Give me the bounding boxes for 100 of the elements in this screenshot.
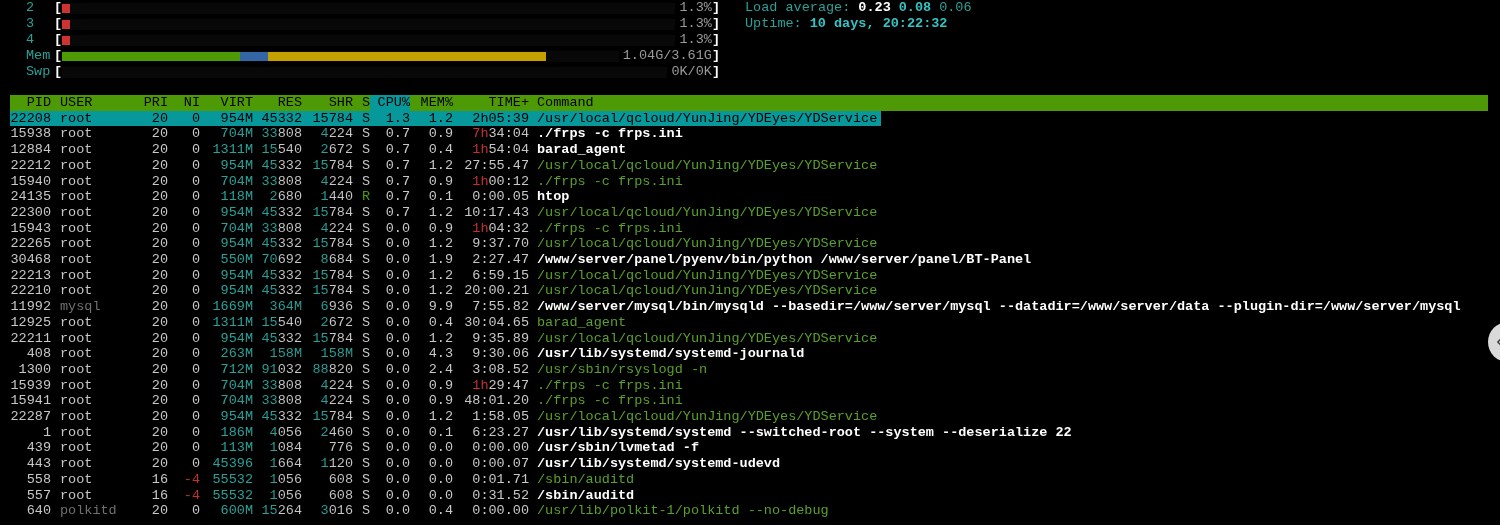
process-row[interactable]: 15943 root 20 0 704M 33808 4224 S 0.0 0.9 1h04:32 ./frps -c frps.ini [10,220,687,237]
user-text: root [60,283,93,299]
priority-text: 20 [151,503,168,519]
time-text: 1h04:32 [472,220,529,236]
state-text: S [361,236,370,252]
process-row[interactable]: 22211 root 20 0 954M 45332 15784 S 0.0 1.2 9:35.89 /usr/local/qcloud/YunJing/YDEyes/YDService [10,330,882,347]
pid-text: 22212 [10,157,51,173]
column-header[interactable]: TIME+ [488,95,529,110]
time-text: 2h05:39 [472,110,529,126]
command-text: /www/server/mysql/bin/mysqld --basedir=/www/server/mysql --datadir=/www/server/data --plugin-dir=/www/server/mysql [537,299,1461,315]
virtual-memory-text: 263M [220,346,253,362]
process-row[interactable]: 24135 root 20 0 118M 2680 1440 R 0.7 0.1 0:00.05 htop [10,189,574,205]
column-header[interactable]: USER [60,95,93,110]
nice-text: -4 [183,471,200,487]
process-row[interactable]: 15938 root 20 0 704M 33808 4224 S 0.7 0.9 7h34:04 ./frps -c frps.ini [10,126,687,143]
pid-text: 1300 [18,361,51,377]
bracket-text: ] [711,32,720,48]
process-row[interactable]: 15940 root 20 0 704M 33808 4224 S 0.7 0.9 1h00:12 ./frps -c frps.ini [10,173,687,190]
user-text: polkitd [60,503,117,519]
cpu-text: 0.0 [385,361,410,377]
process-row[interactable]: 408 root 20 0 263M 158M 158M S 0.0 4.3 9:30.06 /usr/lib/systemd/systemd-journald [10,346,809,362]
time-text: 0:01.71 [472,471,529,487]
user-text: root [60,377,93,393]
process-row[interactable]: 12884 root 20 0 1311M 15540 2672 S 0.7 0.4 1h54:04 barad_agent [10,142,631,158]
column-header[interactable]: S [361,95,370,110]
column-header[interactable]: PRI [143,95,168,110]
mem-text: 0.9 [428,393,453,409]
cpu-text: 0.0 [385,267,410,283]
state-text: S [361,361,370,377]
command-text: barad_agent [537,142,627,158]
process-row[interactable]: 640 polkitd 20 0 600M 15264 3016 S 0.0 0.4 0:00.00 /usr/lib/polkit-1/polkitd --no-debug [10,503,833,519]
virtual-memory-text: 55532 [212,487,253,503]
column-header[interactable]: PID [26,95,51,110]
column-header[interactable]: VIRT [220,95,253,110]
pid-text: 557 [26,487,51,503]
nice-text: 0 [191,126,200,142]
nice-text: 0 [191,283,200,299]
time-text: 7h34:04 [472,126,529,142]
meter-label: 3 [26,16,36,32]
process-row[interactable]: 557 root 16 -4 55532 1056 608 S 0.0 0.0 0:31.52 /sbin/auditd [10,487,639,504]
user-text: root [60,157,93,173]
process-row[interactable]: 11992 mysql 20 0 1669M 364M 6936 S 0.0 9.9 7:55.82 /www/server/mysql/bin/mysqld --basedir=/www/server/mysql --datadir=/www/server/data --plugin-dir=/www/server/mysql [10,299,1465,315]
process-row[interactable]: 22265 root 20 0 954M 45332 15784 S 0.0 1.2 9:37.70 /usr/local/qcloud/YunJing/YDEyes/YDService [10,236,882,253]
priority-text: 20 [151,126,168,142]
column-header[interactable]: NI [183,95,200,110]
virtual-memory-text: 550M [220,252,253,268]
process-row[interactable]: 1 root 20 0 186M 4056 2460 S 0.0 0.1 6:23.27 /usr/lib/systemd/systemd --switched-root --system --deserialize 22 [10,424,1076,441]
column-header[interactable]: MEM% [420,95,453,110]
mem-text: 1.2 [428,204,453,220]
state-text: S [361,142,370,158]
state-text: S [361,157,370,173]
column-header[interactable]: Command [537,95,594,110]
state-text: S [361,204,370,220]
process-row[interactable]: 22287 root 20 0 954M 45332 15784 S 0.0 1.2 1:58.05 /usr/local/qcloud/YunJing/YDEyes/YDService [10,409,882,425]
process-row[interactable]: 22213 root 20 0 954M 45332 15784 S 0.0 1.2 6:59.15 /usr/local/qcloud/YunJing/YDEyes/YDService [10,267,882,284]
uptime-value: 10 days, 20:22:32 [809,16,948,32]
pid-text: 1 [42,424,51,440]
process-row[interactable]: 1300 root 20 0 712M 91032 88820 S 0.0 2.4 3:08.52 /usr/sbin/rsyslogd -n [10,361,712,378]
mem-text: 0.9 [428,220,453,236]
nice-text: 0 [191,456,200,472]
user-text: root [60,424,93,440]
bracket-text: [ [54,0,63,16]
priority-text: 20 [151,173,168,189]
virtual-memory-text: 118M [220,189,253,205]
state-text: S [361,126,370,142]
process-row[interactable]: 30468 root 20 0 550M 70692 8684 S 0.0 1.9 2:27.47 /www/server/panel/pyenv/bin/python /www/server/panel/BT-Panel [10,252,1036,268]
state-text: S [361,424,370,440]
process-row[interactable]: 443 root 20 0 45396 1664 1120 S 0.0 0.0 0:00.07 /usr/lib/systemd/systemd-udevd [10,456,785,472]
cpu-text: 0.7 [385,173,410,189]
nice-text: 0 [191,330,200,346]
priority-text: 20 [151,409,168,425]
process-row[interactable]: 15939 root 20 0 704M 33808 4224 S 0.0 0.9 1h29:47 ./frps -c frps.ini [10,377,687,394]
priority-text: 20 [151,189,168,205]
virtual-memory-text: 954M [220,110,253,126]
priority-text: 20 [151,283,168,299]
cpu-text: 0.7 [385,157,410,173]
column-header[interactable]: SHR [328,95,353,110]
pid-text: 22265 [10,236,51,252]
process-row[interactable]: 558 root 16 -4 55532 1056 608 S 0.0 0.0 0:01.71 /sbin/auditd [10,471,639,488]
process-row[interactable]: 439 root 20 0 113M 1084 776 S 0.0 0.0 0:00.00 /usr/sbin/lvmetad -f [10,440,704,457]
process-row[interactable]: 12925 root 20 0 1311M 15540 2672 S 0.0 0.4 30:04.65 barad_agent [10,314,631,331]
user-text: root [60,110,93,126]
column-header[interactable]: RES [277,95,302,110]
nice-text: 0 [191,204,200,220]
process-row[interactable]: 22210 root 20 0 954M 45332 15784 S 0.0 1.2 20:00.21 /usr/local/qcloud/YunJing/YDEyes/YDService [10,283,882,300]
nice-text: 0 [191,299,200,315]
virtual-memory-text: 1311M [212,142,253,158]
pid-text: 30468 [10,252,51,268]
priority-text: 16 [151,471,168,487]
nice-text: 0 [191,409,200,425]
column-header[interactable]: CPU% [370,95,410,111]
state-text: S [361,252,370,268]
meter-reading: 1.3% [678,32,712,48]
user-text: mysql [60,299,101,315]
priority-text: 20 [151,377,168,393]
user-text: root [60,173,93,189]
virtual-memory-text: 704M [220,173,253,189]
process-row[interactable]: 22212 root 20 0 954M 45332 15784 S 0.7 1.2 27:55.47 /usr/local/qcloud/YunJing/YDEyes/YDService [10,157,882,174]
process-row[interactable]: 15941 root 20 0 704M 33808 4224 S 0.0 0.9 48:01.20 ./frps -c frps.ini [10,393,687,410]
process-row[interactable]: 22300 root 20 0 954M 45332 15784 S 0.7 1.2 10:17.43 /usr/local/qcloud/YunJing/YDEyes/YDService [10,204,882,221]
